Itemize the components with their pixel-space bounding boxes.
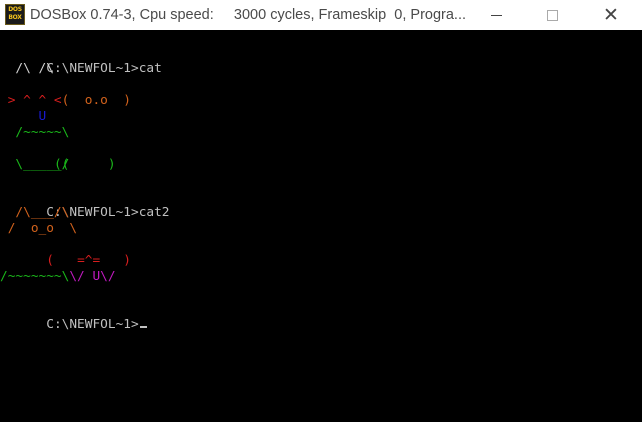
cat1-body-mid-right: ): [69, 157, 116, 172]
cat2-paws: \/ U\/: [0, 253, 115, 284]
dosbox-window: DOS BOX DOSBox 0.74-3, Cpu speed: 3000 c…: [0, 0, 642, 422]
maximize-button[interactable]: [529, 0, 575, 30]
cat2-paws-right: U\/: [92, 269, 116, 284]
cat2-ears: /\___/\: [0, 205, 70, 220]
close-button[interactable]: ✕: [588, 0, 634, 30]
icon-label-top: DOS: [8, 6, 22, 13]
prompt-line-2: C:\NEWFOL~1>cat2: [0, 189, 169, 220]
command-text: cat2: [138, 205, 170, 220]
minimize-icon: [490, 15, 502, 16]
cat1-face-right: ): [115, 93, 132, 108]
cat1-whiskers: > ^ ^ <: [0, 93, 62, 108]
cat1-tongue: U: [0, 109, 47, 124]
cat1-body-bottom: \_____/: [0, 157, 70, 172]
cat2-face: / o_o \: [0, 221, 78, 236]
text-cursor: [139, 326, 147, 328]
cat2-nose-line: ( =^= ): [0, 237, 131, 268]
window-title: DOSBox 0.74-3, Cpu speed: 3000 cycles, F…: [30, 7, 467, 23]
cat1-face: ( o.o ): [0, 77, 131, 108]
prompt-line-3[interactable]: C:\NEWFOL~1>: [0, 301, 147, 332]
minimize-button[interactable]: [473, 0, 519, 30]
command-text: cat: [138, 61, 162, 76]
prompt: C:\NEWFOL~1>: [46, 61, 139, 76]
icon-label-bottom: BOX: [8, 14, 22, 21]
cat2-base: /~~~~~~~\: [0, 269, 70, 284]
prompt-line-1: C:\NEWFOL~1>cat: [0, 45, 162, 76]
close-icon: ✕: [603, 4, 619, 26]
cat1-body-top: /~~~~~\: [0, 125, 70, 140]
cat1-eyes: o.o: [77, 93, 116, 108]
cat1-body-mid: (( ): [0, 141, 116, 172]
maximize-icon: [546, 10, 558, 21]
cat1-ears: /\ /\: [0, 61, 54, 76]
prompt: C:\NEWFOL~1>: [46, 317, 139, 332]
dosbox-app-icon[interactable]: DOS BOX: [5, 4, 25, 25]
title-bar[interactable]: DOS BOX DOSBox 0.74-3, Cpu speed: 3000 c…: [0, 0, 642, 30]
dos-console[interactable]: C:\NEWFOL~1>cat /\ /\ ( o.o ) > ^ ^ < U …: [0, 30, 642, 422]
